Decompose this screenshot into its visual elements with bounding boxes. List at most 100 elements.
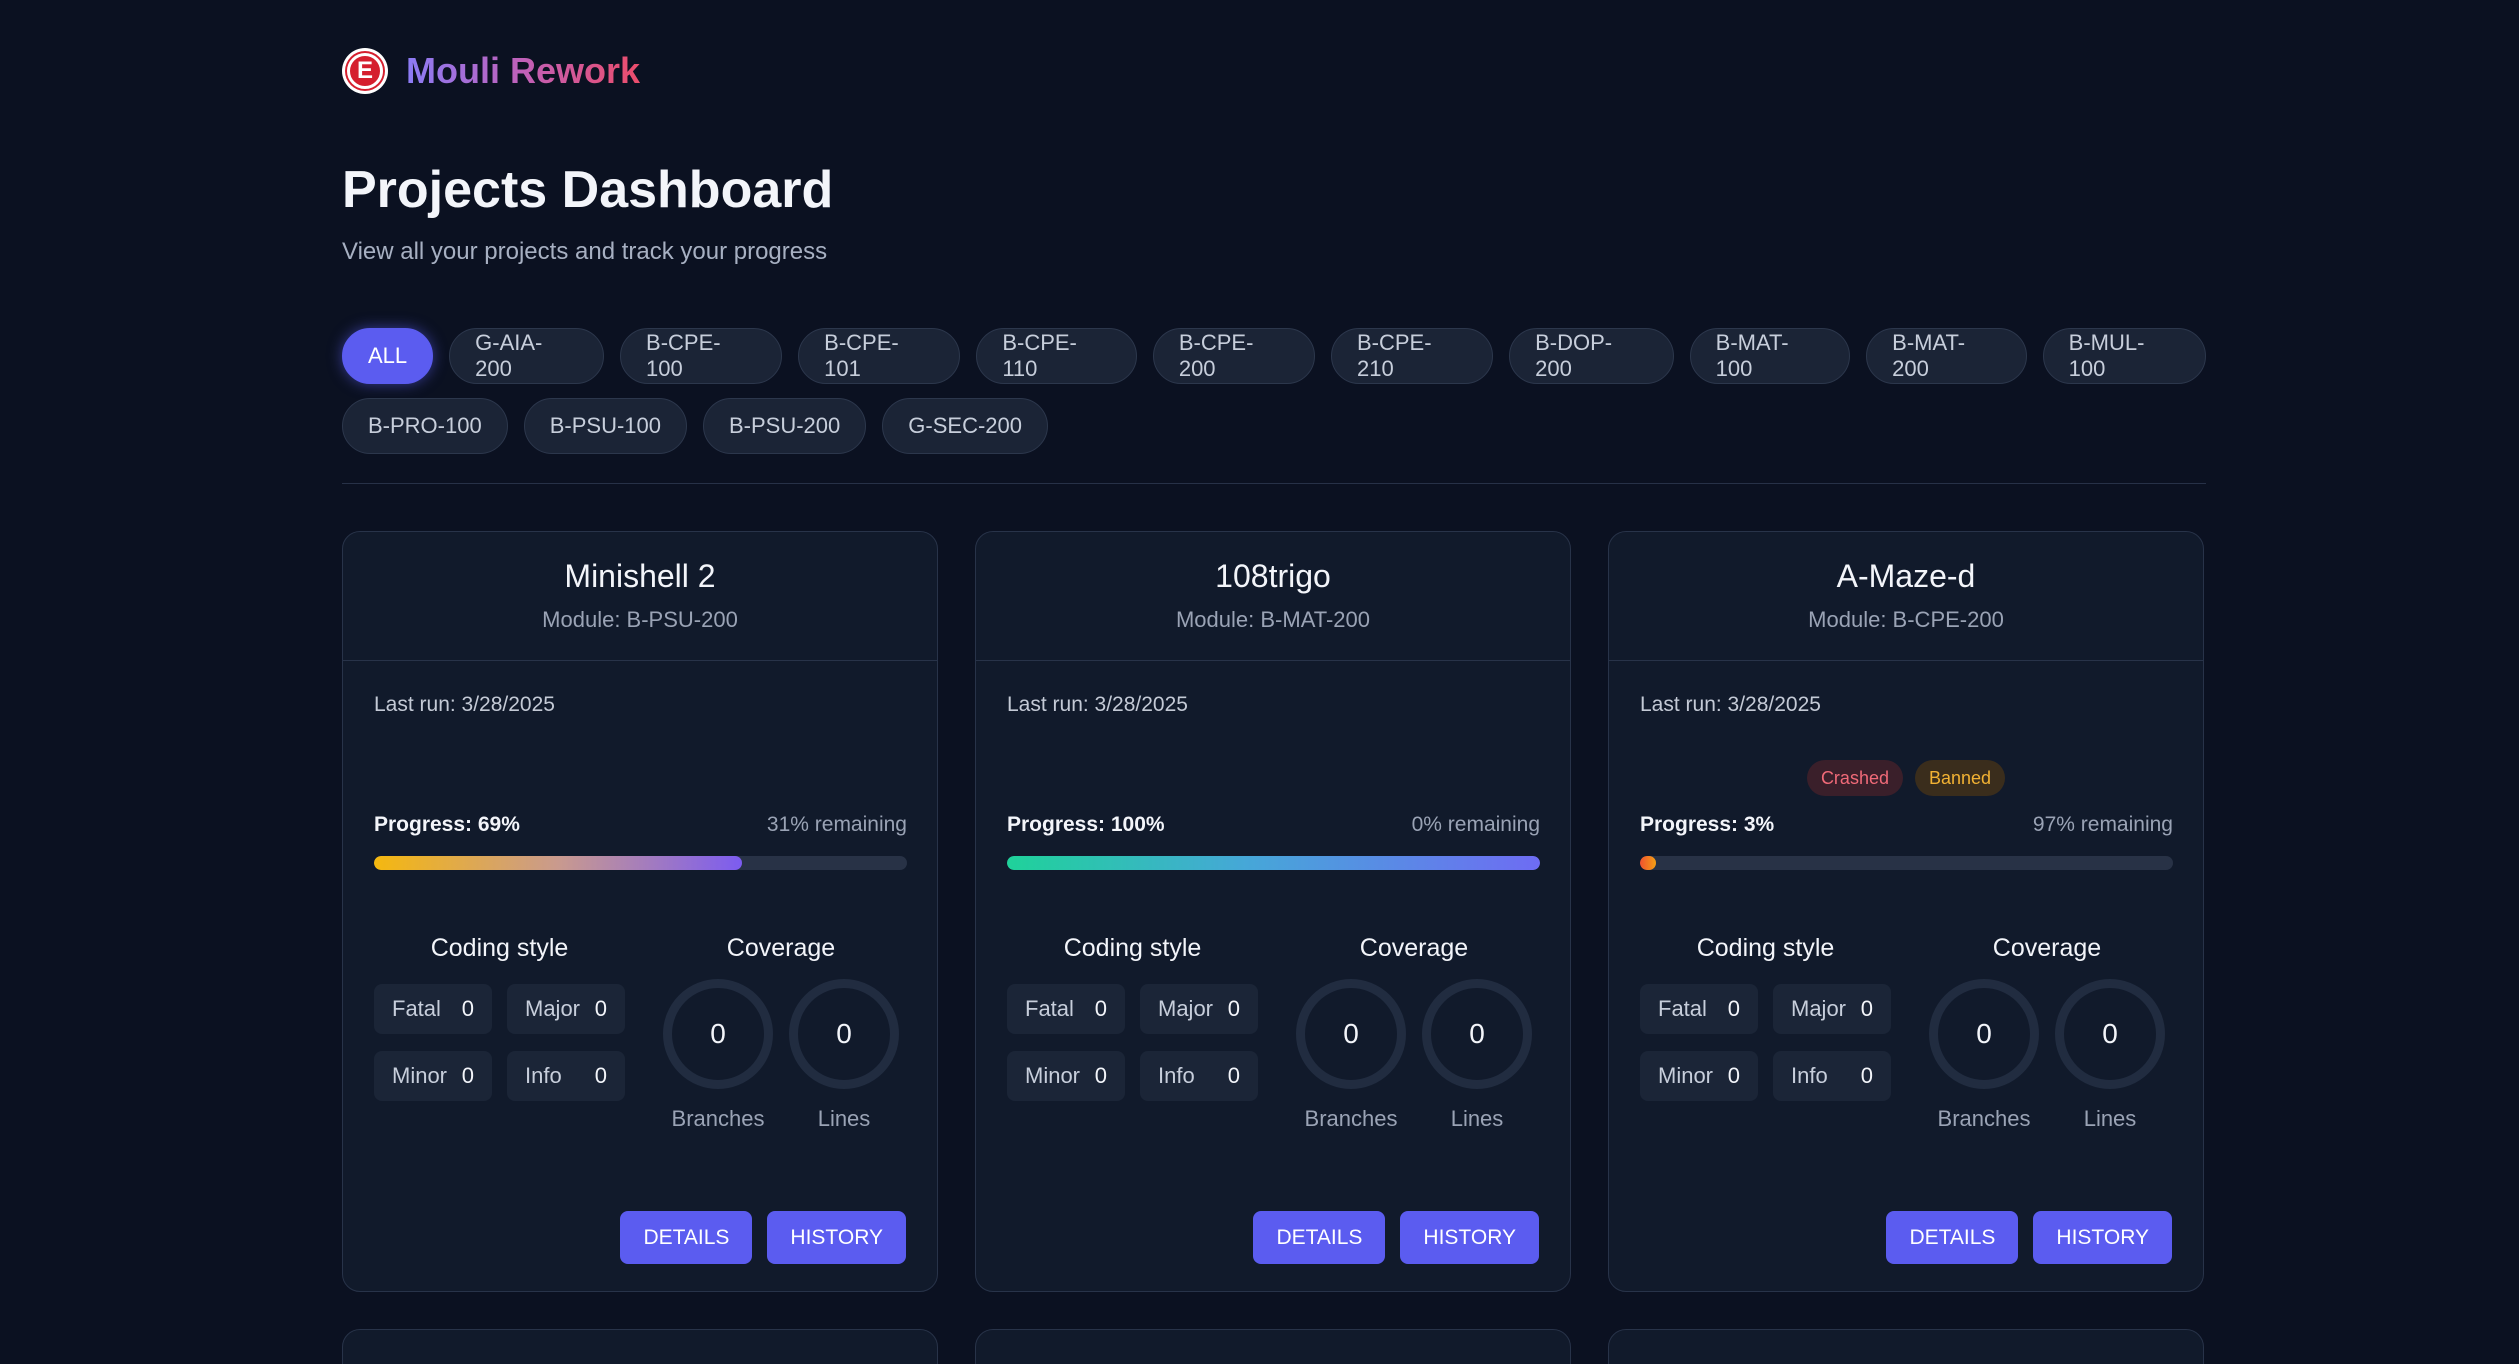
project-card <box>975 1329 1571 1364</box>
coverage-branches: 0 Branches <box>655 979 781 1132</box>
coding-style-title: Coding style <box>430 934 569 962</box>
filter-chip-b-dop-200[interactable]: B-DOP-200 <box>1509 328 1674 384</box>
filter-chip-b-cpe-100[interactable]: B-CPE-100 <box>620 328 783 384</box>
project-card <box>1608 1329 2204 1364</box>
history-button[interactable]: HISTORY <box>1400 1211 1539 1264</box>
progress-bar <box>374 856 907 870</box>
coverage-rings: 0 Branches 0 Lines <box>1288 979 1540 1132</box>
coding-style-info: Info 0 <box>507 1051 625 1101</box>
progress-info: Progress: 3% 97% remaining <box>1640 813 2173 837</box>
coding-style-major-count: 0 <box>594 996 607 1021</box>
coding-style-info: Info 0 <box>1773 1051 1891 1101</box>
details-button[interactable]: DETAILS <box>1253 1211 1386 1264</box>
coverage-lines-ring: 0 <box>789 979 899 1089</box>
filter-chip-g-sec-200[interactable]: G-SEC-200 <box>882 398 1048 454</box>
coding-style-info-count: 0 <box>1227 1063 1240 1088</box>
card-header: 108trigo Module: B-MAT-200 <box>976 532 1570 661</box>
project-card <box>342 1329 938 1364</box>
coding-style-major-count: 0 <box>1227 996 1240 1021</box>
filter-chip-b-cpe-200[interactable]: B-CPE-200 <box>1152 328 1315 384</box>
filter-row: B-PRO-100 B-PSU-100 B-PSU-200 G-SEC-200 <box>342 398 2206 454</box>
dashboard-page: E Mouli Rework Projects Dashboard View a… <box>0 0 2519 1364</box>
filter-chip-b-psu-200[interactable]: B-PSU-200 <box>703 398 867 454</box>
coverage-branches-label: Branches <box>671 1106 765 1131</box>
coverage-branches: 0 Branches <box>1921 979 2047 1132</box>
status-badge-crashed: Crashed <box>1806 760 1903 796</box>
history-button[interactable]: HISTORY <box>2033 1211 2172 1264</box>
next-project-cards <box>342 1329 2206 1364</box>
card-actions: DETAILS HISTORY <box>620 1211 906 1264</box>
filter-chip-b-mul-100[interactable]: B-MUL-100 <box>2042 328 2206 384</box>
coding-style-minor-count: 0 <box>1727 1063 1740 1088</box>
coding-style-title: Coding style <box>1063 934 1202 962</box>
coding-style-major: Major 0 <box>507 984 625 1034</box>
progress-bar-fill <box>1007 856 1540 870</box>
history-button[interactable]: HISTORY <box>767 1211 906 1264</box>
details-button[interactable]: DETAILS <box>620 1211 753 1264</box>
filter-chip-b-cpe-210[interactable]: B-CPE-210 <box>1330 328 1494 384</box>
coverage-lines: 0 Lines <box>2047 979 2173 1132</box>
coding-style-grid: Fatal 0 Major 0 Minor 0 Info 0 <box>1007 984 1258 1101</box>
progress-label: Progress: 3% <box>1640 813 1775 836</box>
filter-chip-b-cpe-110[interactable]: B-CPE-110 <box>976 328 1137 384</box>
coverage-lines: 0 Lines <box>781 979 907 1132</box>
project-title: 108trigo <box>1215 558 1331 594</box>
progress-bar-fill <box>374 856 742 870</box>
project-cards: Minishell 2 Module: B-PSU-200 Last run: 3/… <box>342 531 2206 1292</box>
coverage-lines-ring: 0 <box>2055 979 2165 1089</box>
brand[interactable]: E Mouli Rework <box>342 48 640 94</box>
coding-style-fatal-label: Fatal <box>1025 996 1074 1021</box>
page-title: Projects Dashboard <box>342 161 834 219</box>
coverage-title: Coverage <box>1992 934 2102 962</box>
coverage-rings: 0 Branches 0 Lines <box>1921 979 2173 1132</box>
coverage-branches-ring: 0 <box>1929 979 2039 1089</box>
coding-style-major-label: Major <box>1791 996 1847 1021</box>
project-title: A-Maze-d <box>1836 558 1976 594</box>
coverage-lines-label: Lines <box>817 1106 871 1131</box>
filter-chip-b-mat-100[interactable]: B-MAT-100 <box>1689 328 1851 384</box>
coding-style-major-count: 0 <box>1860 996 1873 1021</box>
coverage-rings: 0 Branches 0 Lines <box>655 979 907 1132</box>
filter-chip-all[interactable]: ALL <box>342 328 434 384</box>
divider <box>342 483 2206 484</box>
coding-style-fatal-count: 0 <box>461 996 474 1021</box>
coverage-branches: 0 Branches <box>1288 979 1414 1132</box>
project-module: Module: B-MAT-200 <box>1175 607 1370 632</box>
status-badge-banned: Banned <box>1914 760 2006 796</box>
details-button[interactable]: DETAILS <box>1886 1211 2019 1264</box>
module-filters: ALL G-AIA-200 B-CPE-100 B-CPE-101 B-CPE-110 B… <box>342 328 2206 468</box>
coding-style-major-label: Major <box>525 996 581 1021</box>
progress-bar-fill <box>1640 856 1656 870</box>
project-card: Minishell 2 Module: B-PSU-200 Last run: 3/… <box>342 531 938 1292</box>
filter-chip-g-aia-200[interactable]: G-AIA-200 <box>449 328 605 384</box>
coding-style-minor-count: 0 <box>1094 1063 1107 1088</box>
coding-style-minor-label: Minor <box>1658 1063 1714 1088</box>
coding-style-fatal: Fatal 0 <box>1007 984 1125 1034</box>
progress-info: Progress: 100% 0% remaining <box>1007 813 1540 837</box>
coverage-title: Coverage <box>726 934 836 962</box>
progress-label: Progress: 69% <box>374 813 520 836</box>
coding-style-info-label: Info <box>525 1063 562 1088</box>
coding-style-fatal-count: 0 <box>1727 996 1740 1021</box>
filter-chip-b-mat-200[interactable]: B-MAT-200 <box>1866 328 2027 384</box>
project-module: Module: B-CPE-200 <box>1808 607 2004 632</box>
filter-chip-b-pro-100[interactable]: B-PRO-100 <box>342 398 508 454</box>
status-tags: Crashed Banned <box>1609 760 2203 796</box>
project-card: A-Maze-d Module: B-CPE-200 Last run: 3/28/… <box>1608 531 2204 1292</box>
filter-chip-b-cpe-101[interactable]: B-CPE-101 <box>798 328 961 384</box>
brand-name: Mouli Rework <box>406 50 641 91</box>
filter-row: ALL G-AIA-200 B-CPE-100 B-CPE-101 B-CPE-110 B… <box>342 328 2206 384</box>
coverage-lines: 0 Lines <box>1414 979 1540 1132</box>
progress-info: Progress: 69% 31% remaining <box>374 813 907 837</box>
coverage-branches-label: Branches <box>1937 1106 2031 1131</box>
coverage-lines-label: Lines <box>2083 1106 2137 1131</box>
progress-label: Progress: 100% <box>1007 813 1165 836</box>
coding-style-info-count: 0 <box>594 1063 607 1088</box>
last-run: Last run: 3/28/2025 <box>1007 693 1188 716</box>
project-card: 108trigo Module: B-MAT-200 Last run: 3/28/… <box>975 531 1571 1292</box>
coding-style-grid: Fatal 0 Major 0 Minor 0 Info 0 <box>1640 984 1891 1101</box>
coding-style-title: Coding style <box>1696 934 1835 962</box>
progress-bar <box>1007 856 1540 870</box>
coding-style-fatal: Fatal 0 <box>374 984 492 1034</box>
filter-chip-b-psu-100[interactable]: B-PSU-100 <box>523 398 687 454</box>
